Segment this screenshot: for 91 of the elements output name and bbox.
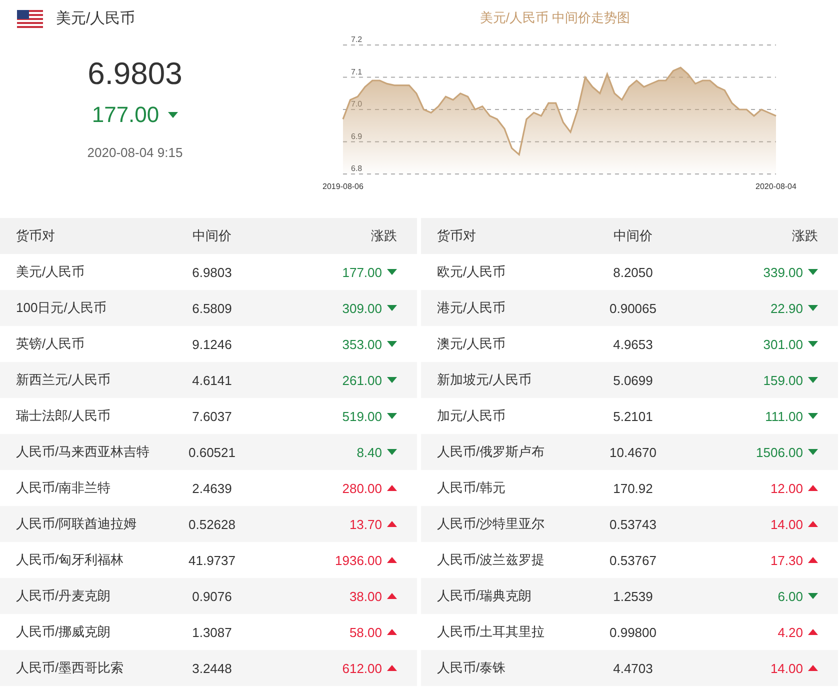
change-cell: 111.00 bbox=[765, 408, 803, 424]
price-cell-text: 4.6141 bbox=[191, 372, 233, 388]
change-cell: 14.00 bbox=[770, 516, 803, 532]
pair-cell-text: 英镑/人民币 bbox=[16, 335, 86, 353]
pair-cell-text: 人民币/波兰兹罗提 bbox=[437, 551, 546, 569]
price-cell-text: 6.5809 bbox=[191, 300, 233, 316]
pair-cell-text: 加元/人民币 bbox=[437, 407, 507, 425]
pair-cell-text: 美元/人民币 bbox=[16, 263, 86, 281]
pair-cell-text: 人民币/南非兰特 bbox=[16, 479, 112, 497]
price-cell-text: 1.2539 bbox=[612, 588, 654, 604]
pair-cell-text: 瑞士法郎/人民币 bbox=[16, 407, 112, 425]
y-tick-label: 7.1 bbox=[351, 67, 362, 76]
pair-cell-text: 人民币/匈牙利福林 bbox=[16, 551, 125, 569]
x-axis-label: 2020-08-04 bbox=[756, 182, 796, 191]
column-header: 涨跌 bbox=[370, 227, 397, 245]
change-cell: 177.00 bbox=[342, 264, 382, 280]
change-cell: 38.00 bbox=[349, 588, 382, 604]
pair-cell-text: 欧元/人民币 bbox=[437, 263, 507, 281]
change-cell: 8.40 bbox=[356, 444, 382, 460]
pair-cell-text: 100日元/人民币 bbox=[16, 299, 108, 317]
change-cell: 612.00 bbox=[342, 660, 382, 676]
change-cell: 1506.00 bbox=[756, 444, 803, 460]
column-header: 货币对 bbox=[437, 227, 477, 245]
change-cell: 13.70 bbox=[349, 516, 382, 532]
pair-cell-text: 人民币/墨西哥比索 bbox=[16, 659, 125, 677]
change-cell: 6.00 bbox=[778, 588, 803, 604]
change-cell: 22.90 bbox=[770, 300, 803, 316]
change-cell: 261.00 bbox=[342, 372, 382, 388]
change-cell: 301.00 bbox=[763, 336, 803, 352]
y-tick-label: 7.0 bbox=[351, 100, 362, 108]
y-tick-label: 7.2 bbox=[351, 35, 362, 44]
price-cell-text: 5.0699 bbox=[612, 372, 654, 388]
price-cell-text: 5.2101 bbox=[612, 408, 654, 424]
price-cell-text: 10.4670 bbox=[608, 444, 658, 460]
pair-cell-text: 人民币/沙特里亚尔 bbox=[437, 515, 546, 533]
price-cell-text: 4.4703 bbox=[612, 660, 654, 676]
price-cell-text: 2.4639 bbox=[191, 480, 233, 496]
pair-cell-text: 港元/人民币 bbox=[437, 299, 507, 317]
price-cell-text: 0.99800 bbox=[608, 624, 658, 640]
change-value: 177.00 bbox=[92, 102, 160, 128]
pair-cell-text: 新加坡元/人民币 bbox=[437, 371, 533, 389]
pair-cell-text: 人民币/马来西亚林吉特 bbox=[16, 443, 151, 461]
price-cell-text: 6.9803 bbox=[191, 264, 233, 280]
change-cell: 159.00 bbox=[763, 372, 803, 388]
pair-cell-text: 人民币/瑞典克朗 bbox=[437, 587, 533, 605]
price-cell-text: 7.6037 bbox=[191, 408, 233, 424]
timestamp: 2020-08-04 9:15 bbox=[87, 145, 183, 160]
price-cell-text: 0.52628 bbox=[188, 516, 236, 532]
change-cell: 12.00 bbox=[770, 480, 803, 496]
pair-cell-text: 人民币/阿联酋迪拉姆 bbox=[16, 515, 138, 533]
pair-cell-text: 人民币/俄罗斯卢布 bbox=[437, 443, 546, 461]
price-value: 6.9803 bbox=[88, 56, 182, 92]
change-cell: 339.00 bbox=[763, 264, 803, 280]
change-cell: 14.00 bbox=[770, 660, 803, 676]
pair-title: 美元/人民币 bbox=[56, 9, 136, 28]
column-header: 货币对 bbox=[16, 227, 56, 245]
change-cell: 58.00 bbox=[349, 624, 382, 640]
flag-icon bbox=[17, 10, 43, 28]
pair-cell-text: 新西兰元/人民币 bbox=[16, 371, 112, 389]
pair-cell-text: 澳元/人民币 bbox=[437, 335, 507, 353]
price-cell-text: 0.60521 bbox=[188, 444, 236, 460]
column-header: 中间价 bbox=[192, 227, 232, 245]
chart-title: 美元/人民币 中间价走势图 bbox=[480, 9, 632, 27]
price-cell-text: 0.90065 bbox=[608, 300, 658, 316]
y-tick-label: 6.9 bbox=[351, 132, 362, 141]
x-axis-label: 2019-08-06 bbox=[322, 182, 364, 191]
change-cell: 519.00 bbox=[342, 408, 382, 424]
price-cell-text: 0.9076 bbox=[191, 588, 233, 604]
pair-cell-text: 人民币/土耳其里拉 bbox=[437, 623, 546, 641]
pair-cell-text: 人民币/泰铢 bbox=[437, 659, 507, 677]
price-cell-text: 0.53743 bbox=[608, 516, 658, 532]
pair-cell-text: 人民币/丹麦克朗 bbox=[16, 587, 112, 605]
column-header: 中间价 bbox=[612, 227, 654, 245]
y-tick-label: 6.8 bbox=[351, 164, 362, 173]
price-cell-text: 9.1246 bbox=[191, 336, 233, 352]
change-cell: 309.00 bbox=[342, 300, 382, 316]
price-cell-text: 1.3087 bbox=[191, 624, 233, 640]
change-cell: 1936.00 bbox=[335, 552, 382, 568]
change-cell: 280.00 bbox=[342, 480, 382, 496]
price-cell-text: 41.9737 bbox=[188, 552, 236, 568]
change-cell: 4.20 bbox=[778, 624, 803, 640]
pair-cell-text: 人民币/挪威克朗 bbox=[16, 623, 112, 641]
change-cell: 353.00 bbox=[342, 336, 382, 352]
price-cell-text: 8.2050 bbox=[612, 264, 654, 280]
change-cell: 17.30 bbox=[770, 552, 803, 568]
pair-cell-text: 人民币/韩元 bbox=[437, 479, 507, 497]
price-cell-text: 3.2448 bbox=[191, 660, 233, 676]
price-cell-text: 4.9653 bbox=[612, 336, 654, 352]
column-header: 涨跌 bbox=[791, 227, 818, 245]
price-cell-text: 0.53767 bbox=[608, 552, 658, 568]
price-cell-text: 170.92 bbox=[612, 480, 654, 496]
